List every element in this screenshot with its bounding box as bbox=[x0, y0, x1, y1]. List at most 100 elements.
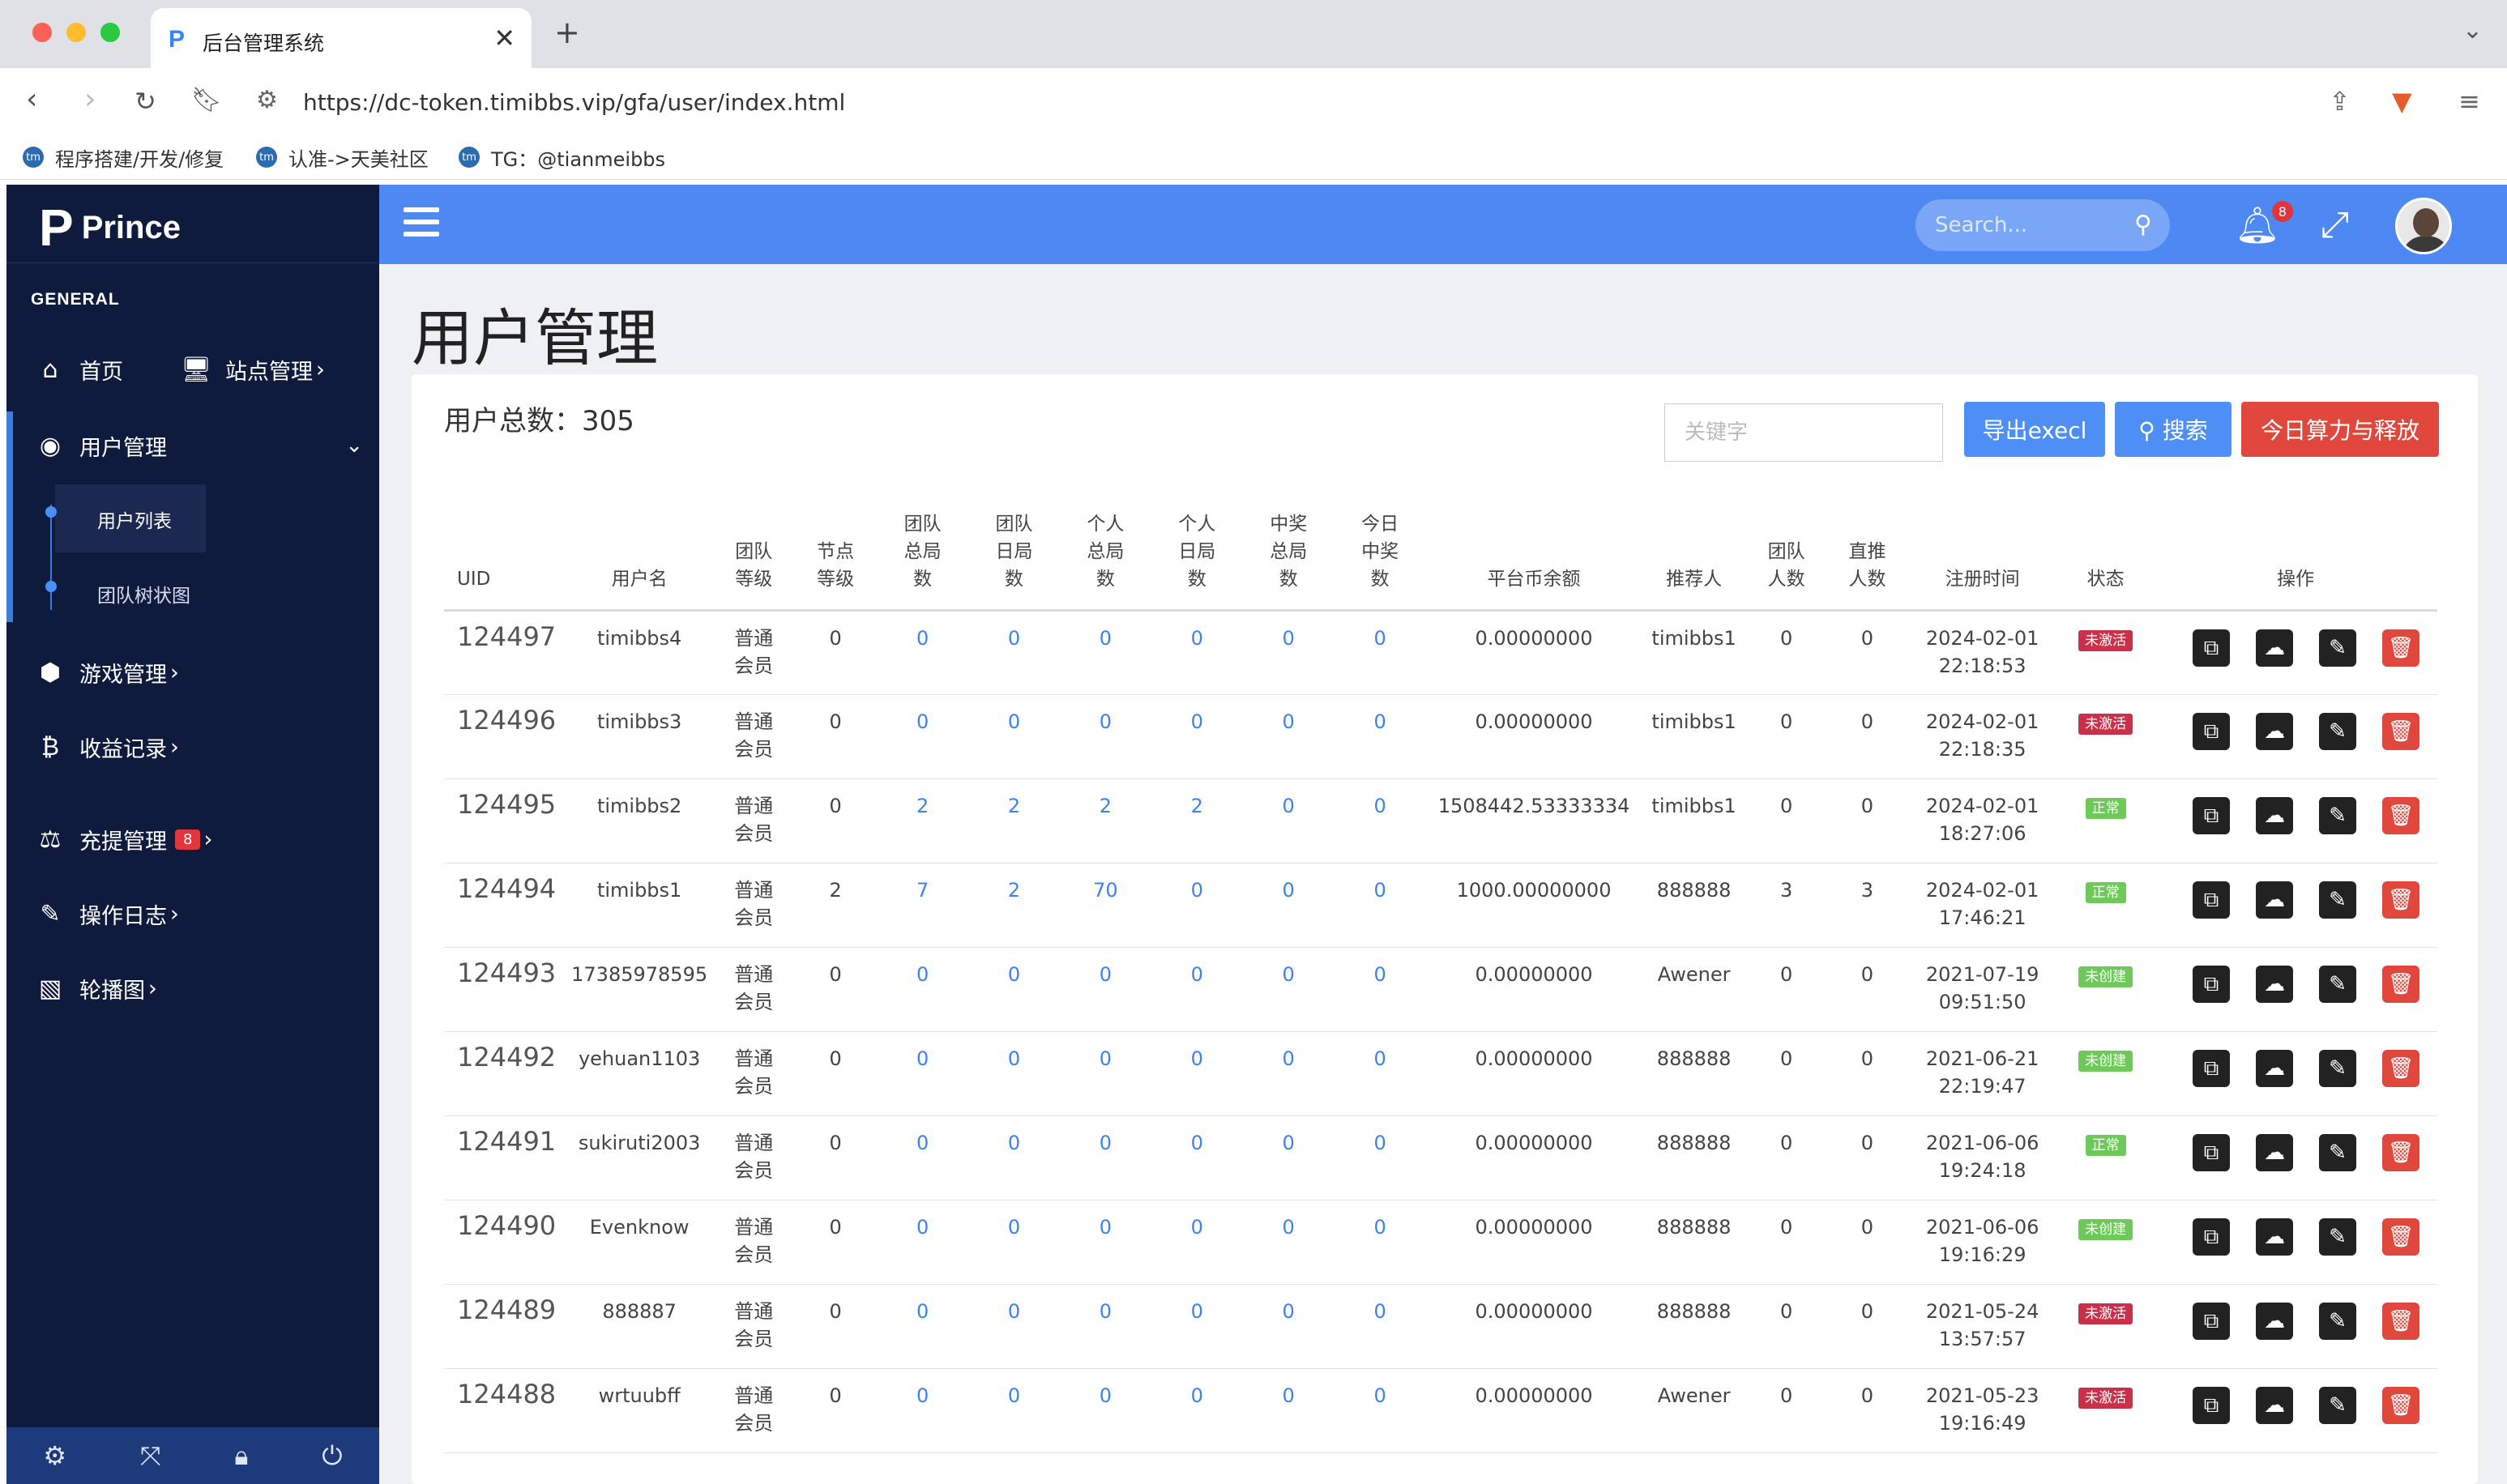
site-settings-icon[interactable]: ⚙ bbox=[256, 86, 278, 114]
sidebar-item-oplog[interactable]: ✎ 操作日志 › bbox=[31, 891, 178, 936]
cell-personal-total[interactable]: 0 bbox=[1059, 1115, 1151, 1200]
power-icon[interactable]: ⏻ bbox=[322, 1440, 342, 1472]
close-window-button[interactable] bbox=[32, 23, 52, 42]
edit-icon[interactable]: ✎ bbox=[2319, 713, 2356, 750]
hamburger-menu-icon[interactable] bbox=[404, 207, 439, 244]
cell-win-today[interactable]: 0 bbox=[1334, 610, 1426, 695]
cell-personal-day[interactable]: 0 bbox=[1151, 1115, 1243, 1200]
tree-icon[interactable]: ☁ bbox=[2256, 1218, 2293, 1256]
bookmark-item[interactable]: tm 认准->天美社区 bbox=[256, 141, 429, 173]
bookmark-item[interactable]: tm 程序搭建/开发/修复 bbox=[23, 141, 224, 173]
cell-win-total[interactable]: 0 bbox=[1242, 947, 1335, 1032]
copy-icon[interactable]: ⧉ bbox=[2193, 713, 2230, 750]
menu-icon[interactable]: ≡ bbox=[2458, 86, 2480, 117]
trash-icon[interactable]: 🗑︎ bbox=[2382, 713, 2419, 750]
cell-win-total[interactable]: 0 bbox=[1242, 1200, 1335, 1285]
trash-icon[interactable]: 🗑︎ bbox=[2382, 1134, 2419, 1171]
cell-team-day[interactable]: 0 bbox=[968, 610, 1060, 695]
minimize-window-button[interactable] bbox=[66, 23, 86, 42]
tree-icon[interactable]: ☁ bbox=[2256, 881, 2293, 919]
cell-personal-day[interactable]: 2 bbox=[1151, 778, 1243, 864]
search-button[interactable]: ⚲ 搜索 bbox=[2115, 402, 2232, 457]
new-tab-button[interactable]: + bbox=[554, 15, 580, 50]
tree-icon[interactable]: ☁ bbox=[2256, 713, 2293, 750]
trash-icon[interactable]: 🗑︎ bbox=[2382, 881, 2419, 919]
close-tab-icon[interactable]: ✕ bbox=[493, 23, 515, 53]
cell-win-today[interactable]: 0 bbox=[1334, 1200, 1426, 1285]
fullscreen-icon[interactable]: ⤧ bbox=[140, 1440, 161, 1472]
header-search-input[interactable] bbox=[1935, 211, 2129, 240]
trash-icon[interactable]: 🗑︎ bbox=[2382, 1050, 2419, 1087]
cell-win-total[interactable]: 0 bbox=[1242, 610, 1335, 695]
sidebar-item-carousel[interactable]: ▧ 轮播图 › bbox=[31, 966, 157, 1011]
edit-icon[interactable]: ✎ bbox=[2319, 966, 2356, 1003]
sidebar-subitem-user-list[interactable]: 用户列表 bbox=[97, 505, 172, 533]
trash-icon[interactable]: 🗑︎ bbox=[2382, 966, 2419, 1003]
tree-icon[interactable]: ☁ bbox=[2256, 797, 2293, 834]
tree-icon[interactable]: ☁ bbox=[2256, 966, 2293, 1003]
cell-team-total[interactable]: 7 bbox=[877, 863, 969, 948]
daily-release-button[interactable]: 今日算力与释放 bbox=[2241, 402, 2439, 457]
share-icon[interactable]: ⇪ bbox=[2329, 86, 2351, 117]
brave-shield-icon[interactable]: ▼ bbox=[2392, 86, 2412, 117]
trash-icon[interactable]: 🗑︎ bbox=[2382, 629, 2419, 667]
cell-team-day[interactable]: 2 bbox=[968, 778, 1060, 864]
sidebar-subitem-team-tree[interactable]: 团队树状图 bbox=[97, 580, 190, 608]
cell-personal-day[interactable]: 0 bbox=[1151, 863, 1243, 948]
cell-team-day[interactable]: 0 bbox=[968, 694, 1060, 779]
sidebar-item-income[interactable]: ₿ 收益记录 › bbox=[31, 724, 179, 770]
edit-icon[interactable]: ✎ bbox=[2319, 1218, 2356, 1256]
edit-icon[interactable]: ✎ bbox=[2319, 1303, 2356, 1340]
cell-win-total[interactable]: 0 bbox=[1242, 694, 1335, 779]
cell-personal-day[interactable]: 0 bbox=[1151, 1284, 1243, 1369]
cell-personal-total[interactable]: 0 bbox=[1059, 1284, 1151, 1369]
export-excel-button[interactable]: 导出execl bbox=[1964, 402, 2105, 457]
cell-win-today[interactable]: 0 bbox=[1334, 863, 1426, 948]
cell-personal-day[interactable]: 0 bbox=[1151, 1031, 1243, 1116]
search-icon[interactable]: ⚲ bbox=[2134, 211, 2152, 239]
trash-icon[interactable]: 🗑︎ bbox=[2382, 797, 2419, 834]
user-avatar[interactable] bbox=[2395, 198, 2452, 254]
browser-tab[interactable]: P 后台管理系统 ✕ bbox=[151, 8, 532, 68]
cell-personal-total[interactable]: 2 bbox=[1059, 778, 1151, 864]
cell-win-total[interactable]: 0 bbox=[1242, 863, 1335, 948]
zoom-window-button[interactable] bbox=[100, 23, 120, 42]
cell-team-day[interactable]: 0 bbox=[968, 1031, 1060, 1116]
edit-icon[interactable]: ✎ bbox=[2319, 1050, 2356, 1087]
cell-win-today[interactable]: 0 bbox=[1334, 1368, 1426, 1453]
cell-win-today[interactable]: 0 bbox=[1334, 778, 1426, 864]
cell-win-today[interactable]: 0 bbox=[1334, 947, 1426, 1032]
cell-win-total[interactable]: 0 bbox=[1242, 1368, 1335, 1453]
cell-win-total[interactable]: 0 bbox=[1242, 778, 1335, 864]
cell-team-total[interactable]: 0 bbox=[877, 610, 969, 695]
sidebar-item-recharge[interactable]: ⚖ 充提管理 8 › bbox=[31, 817, 213, 862]
cell-win-today[interactable]: 0 bbox=[1334, 1031, 1426, 1116]
copy-icon[interactable]: ⧉ bbox=[2193, 1303, 2230, 1340]
tree-icon[interactable]: ☁ bbox=[2256, 1387, 2293, 1424]
notification-bell-icon[interactable]: 🔔︎ 8 bbox=[2235, 201, 2293, 246]
cell-personal-day[interactable]: 0 bbox=[1151, 947, 1243, 1032]
cell-personal-total[interactable]: 70 bbox=[1059, 863, 1151, 948]
cell-personal-day[interactable]: 0 bbox=[1151, 610, 1243, 695]
cell-personal-total[interactable]: 0 bbox=[1059, 947, 1151, 1032]
cell-personal-total[interactable]: 0 bbox=[1059, 1200, 1151, 1285]
cell-team-day[interactable]: 0 bbox=[968, 947, 1060, 1032]
cell-personal-total[interactable]: 0 bbox=[1059, 1031, 1151, 1116]
sidebar-item-user-management[interactable]: ◉ 用户管理 ⌄ bbox=[31, 423, 363, 468]
cell-team-total[interactable]: 2 bbox=[877, 778, 969, 864]
cell-team-total[interactable]: 0 bbox=[877, 947, 969, 1032]
tree-icon[interactable]: ☁ bbox=[2256, 1303, 2293, 1340]
edit-icon[interactable]: ✎ bbox=[2319, 1387, 2356, 1424]
copy-icon[interactable]: ⧉ bbox=[2193, 966, 2230, 1003]
cell-team-total[interactable]: 0 bbox=[877, 1368, 969, 1453]
cell-personal-total[interactable]: 0 bbox=[1059, 610, 1151, 695]
cell-personal-day[interactable]: 0 bbox=[1151, 1200, 1243, 1285]
cell-win-today[interactable]: 0 bbox=[1334, 1115, 1426, 1200]
lock-icon[interactable]: 🔒︎ bbox=[234, 1440, 248, 1472]
keyword-input[interactable] bbox=[1664, 403, 1943, 462]
copy-icon[interactable]: ⧉ bbox=[2193, 1134, 2230, 1171]
cell-personal-day[interactable]: 0 bbox=[1151, 1368, 1243, 1453]
cell-win-today[interactable]: 0 bbox=[1334, 694, 1426, 779]
cell-team-day[interactable]: 0 bbox=[968, 1115, 1060, 1200]
cell-team-total[interactable]: 0 bbox=[877, 694, 969, 779]
